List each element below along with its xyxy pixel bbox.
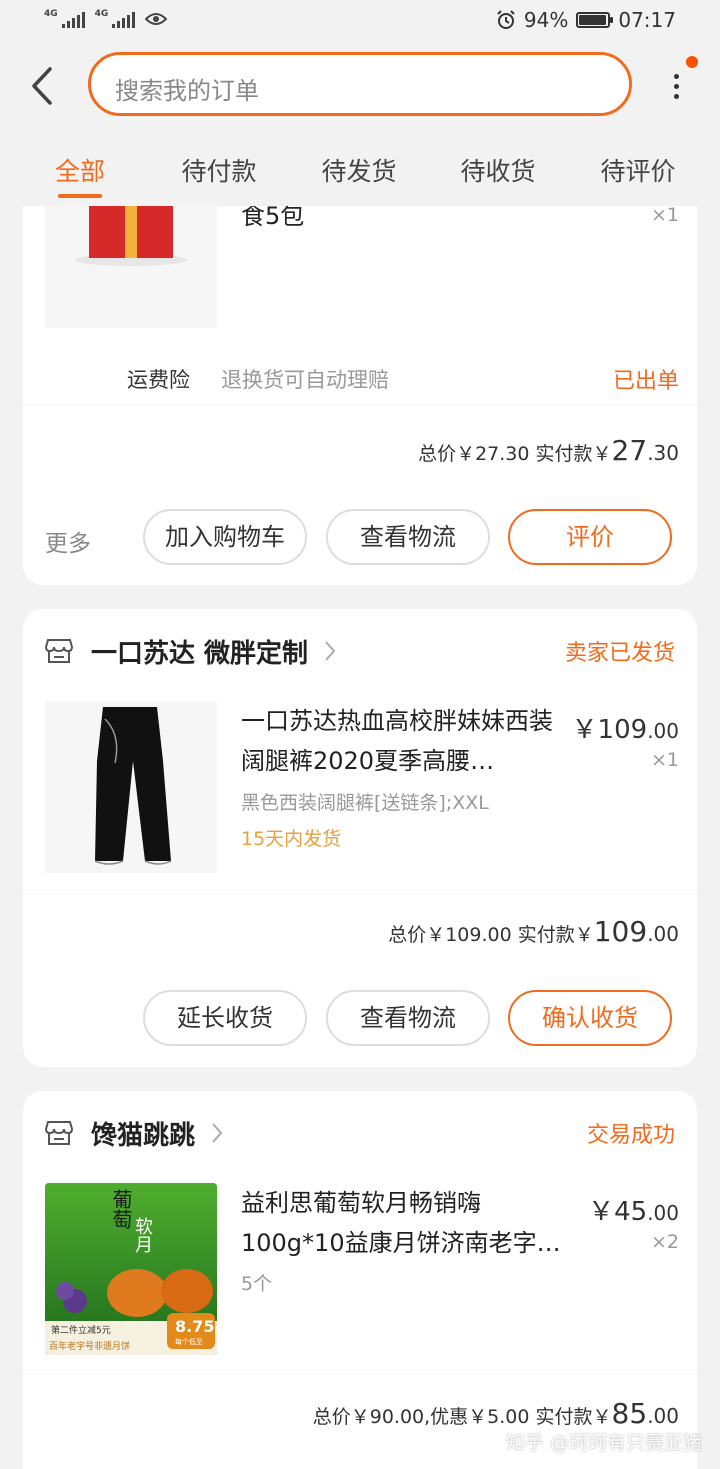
price-int: 45 <box>614 1197 648 1227</box>
confirm-receipt-button[interactable]: 确认收货 <box>508 990 672 1046</box>
item-qty: ×1 <box>650 204 679 226</box>
currency: ￥ <box>574 924 594 946</box>
divider <box>23 1369 697 1370</box>
shop-name[interactable]: 馋猫跳跳 <box>91 1115 195 1152</box>
order-card-2[interactable]: 一口苏达 微胖定制 卖家已发货 一口苏达热血高校胖妹妹西装阔腿裤2020夏季高腰… <box>23 609 697 1067</box>
freight-insurance-label: 运费险 <box>127 368 190 392</box>
image-promo-text: 第二件立减5元 <box>51 1326 111 1336</box>
shop-header[interactable]: 馋猫跳跳 <box>45 1115 223 1151</box>
currency: ￥ <box>592 443 612 465</box>
tab-pending-receipt[interactable]: 待收货 <box>438 152 558 188</box>
tab-all[interactable]: 全部 <box>20 152 140 188</box>
tab-pending-shipment[interactable]: 待发货 <box>299 152 419 188</box>
amount-int: 27 <box>611 434 648 467</box>
product-image[interactable]: 葡萄 软月 第二件立减5元 百年老字号非遗月饼 8.75 每个低至 <box>45 1183 217 1355</box>
store-icon <box>45 639 73 663</box>
image-sub-text: 软月 <box>132 1217 153 1253</box>
chevron-right-icon <box>325 641 336 661</box>
battery-icon <box>576 12 614 28</box>
item-sku: 黑色西装阔腿裤[送链条];XXL <box>241 792 489 814</box>
image-price-text: 8.75 <box>175 1317 215 1336</box>
shipping-note: 15天内发货 <box>241 828 342 850</box>
add-to-cart-button[interactable]: 加入购物车 <box>143 509 307 565</box>
order-status: 交易成功 <box>586 1123 675 1148</box>
order-total: 总价￥109.00 实付款￥109.00 <box>388 915 679 948</box>
notification-dot <box>686 56 698 68</box>
total-label: 总价￥27.30 实付款 <box>418 443 593 465</box>
search-input[interactable]: 搜索我的订单 <box>88 52 632 116</box>
order-total: 总价￥27.30 实付款￥27.30 <box>418 434 679 467</box>
image-unit-text: 每个低至 <box>175 1338 203 1346</box>
active-tab-indicator <box>58 194 102 198</box>
back-button[interactable] <box>22 62 62 110</box>
alarm-icon <box>497 10 515 29</box>
chevron-left-icon <box>32 67 52 105</box>
eye-icon <box>145 13 168 25</box>
total-label: 总价￥90.00,优惠￥5.00 实付款 <box>312 1406 593 1428</box>
amount-int: 85 <box>611 1397 648 1430</box>
item-title[interactable]: 一口苏达热血高校胖妹妹西装阔腿裤2020夏季高腰… <box>241 701 561 781</box>
price-dec: .00 <box>647 1201 679 1225</box>
store-icon <box>45 1121 73 1145</box>
dot-icon <box>674 94 679 99</box>
status-bar: 4G 4G 94% 07:17 <box>0 0 720 44</box>
item-qty: ×2 <box>650 1231 679 1253</box>
signal-icon-1: 4G <box>44 10 85 28</box>
battery-percent: 94% <box>523 8 569 32</box>
amount-dec: .30 <box>647 441 679 465</box>
watermark: 知乎 @珂珂有只赛亚猪 <box>505 1432 702 1454</box>
dot-icon <box>674 84 679 89</box>
search-placeholder: 搜索我的订单 <box>115 77 259 105</box>
order-total: 总价￥90.00,优惠￥5.00 实付款￥85.00 <box>313 1397 679 1430</box>
clock: 07:17 <box>618 8 676 32</box>
shop-header[interactable]: 一口苏达 微胖定制 <box>45 633 336 669</box>
price-int: 109 <box>597 715 648 745</box>
more-link[interactable]: 更多 <box>45 524 91 558</box>
tab-pending-payment[interactable]: 待付款 <box>159 152 279 188</box>
amount-dec: .00 <box>647 922 679 946</box>
view-logistics-button[interactable]: 查看物流 <box>326 990 490 1046</box>
shop-name[interactable]: 一口苏达 微胖定制 <box>91 633 308 670</box>
freight-insurance-desc: 退换货可自动理赔 <box>221 368 389 392</box>
currency: ￥ <box>588 1197 615 1227</box>
chevron-right-icon <box>212 1123 223 1143</box>
signal-icon-2: 4G <box>95 10 136 28</box>
more-menu-button[interactable] <box>660 62 692 110</box>
review-button[interactable]: 评价 <box>508 509 672 565</box>
divider <box>23 889 697 890</box>
trousers-image <box>94 707 172 865</box>
extend-receipt-button[interactable]: 延长收货 <box>143 990 307 1046</box>
insurance-status: 已出单 <box>612 369 679 394</box>
currency: ￥ <box>571 715 598 745</box>
order-status: 卖家已发货 <box>564 641 675 666</box>
amount-dec: .00 <box>647 1404 679 1428</box>
image-slogan-text: 百年老字号非遗月饼 <box>49 1342 131 1352</box>
product-image[interactable] <box>45 701 217 873</box>
tab-pending-review[interactable]: 待评价 <box>578 152 698 188</box>
item-price: ￥109.00 <box>572 709 679 746</box>
header: 搜索我的订单 全部 待付款 待发货 待收货 待评价 <box>0 44 720 206</box>
status-right: 94% 07:17 <box>496 8 676 32</box>
divider <box>23 404 697 405</box>
order-card-1[interactable]: 食5包 ×1 运费险 退换货可自动理赔 已出单 总价￥27.30 实付款￥27.… <box>23 150 697 585</box>
view-logistics-button[interactable]: 查看物流 <box>326 509 490 565</box>
total-label: 总价￥109.00 实付款 <box>388 924 575 946</box>
currency: ￥ <box>592 1406 612 1428</box>
item-title[interactable]: 益利思葡萄软月畅销嗨100g*10益康月饼济南老字… <box>241 1183 561 1263</box>
order-card-3[interactable]: 馋猫跳跳 交易成功 葡萄 软月 第二件立减5元 百年老字号非遗月饼 8.75 每… <box>23 1091 697 1469</box>
item-qty: ×1 <box>650 749 679 771</box>
price-dec: .00 <box>647 719 679 743</box>
item-sku: 5个 <box>241 1273 273 1295</box>
item-price: ￥45.00 <box>588 1191 679 1228</box>
dot-icon <box>674 74 679 79</box>
signal-indicators: 4G 4G <box>44 10 168 28</box>
amount-int: 109 <box>593 915 648 948</box>
order-tabs: 全部 待付款 待发货 待收货 待评价 <box>0 144 720 204</box>
